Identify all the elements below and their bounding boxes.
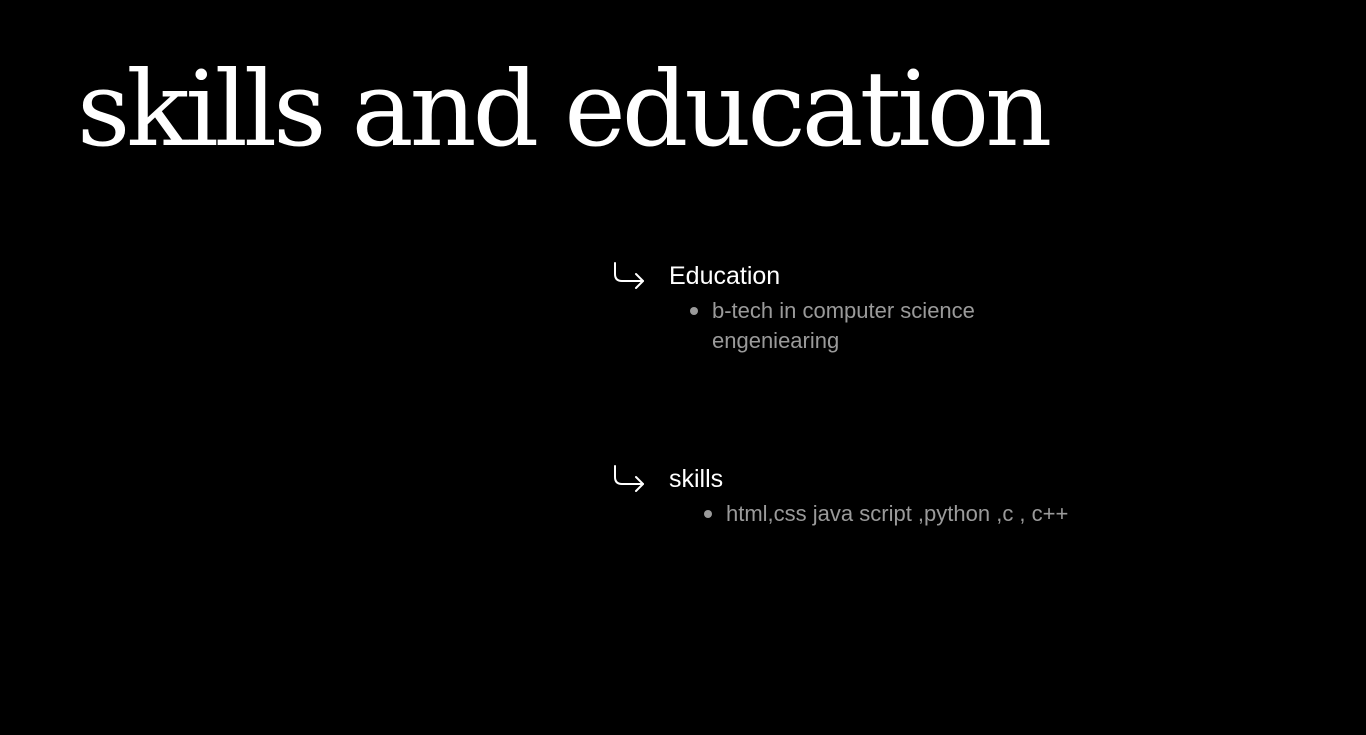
arrow-down-right-icon [614,262,644,289]
page-title: skills and education [77,48,1052,170]
skills-header: skills [612,461,1172,495]
slide-page: skills and education Education b-tech in… [0,0,1366,735]
skills-item: html,css java script ,python ,c , c++ [704,499,1166,529]
bullet-icon [704,510,712,518]
education-list: b-tech in computer science engeniearing [612,296,1172,356]
education-label: Education [669,262,781,290]
skills-section: skills html,css java script ,python ,c ,… [612,461,1172,529]
skills-list: html,css java script ,python ,c , c++ [612,499,1172,529]
education-item-text: b-tech in computer science engeniearing [712,298,975,353]
education-item: b-tech in computer science engeniearing [690,296,1042,356]
skills-label: skills [669,465,724,493]
education-header: Education [612,258,1172,292]
education-section: Education b-tech in computer science eng… [612,258,1172,356]
arrow-down-right-icon [614,465,644,492]
skills-item-text: html,css java script ,python ,c , c++ [726,501,1069,526]
bullet-icon [690,307,698,315]
